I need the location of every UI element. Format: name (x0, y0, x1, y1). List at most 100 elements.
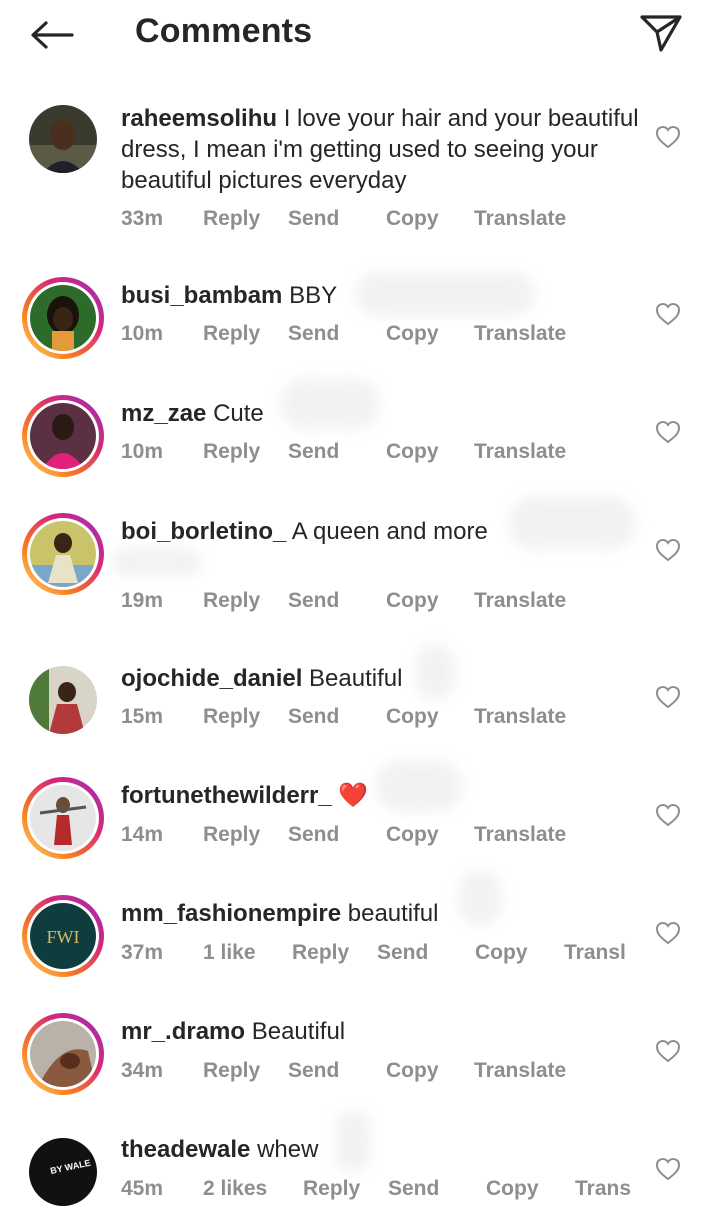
reply-button[interactable]: Reply (203, 705, 260, 729)
comment-text: theadewale whew (121, 1134, 641, 1165)
avatar-image: FWI (30, 903, 96, 969)
likes-count[interactable]: 1 like (203, 941, 256, 965)
comment-time: 14m (121, 823, 164, 846)
send-button[interactable]: Send (288, 823, 339, 847)
comment-username[interactable]: mr_.dramo (121, 1018, 245, 1045)
reply-button[interactable]: Reply (203, 440, 260, 464)
reply-button[interactable]: Reply (292, 941, 349, 965)
send-button[interactable]: Send (388, 1177, 439, 1201)
paper-plane-icon (640, 15, 682, 52)
comment-time: 15m (121, 705, 164, 728)
avatar[interactable] (22, 777, 104, 859)
translate-button[interactable]: Translate (474, 589, 566, 613)
comment-text: ojochide_daniel Beautiful (121, 663, 641, 694)
avatar-image (30, 785, 96, 851)
translate-button[interactable]: Translate (474, 440, 566, 464)
comment-body: Beautiful (251, 1018, 346, 1045)
reply-button[interactable]: Reply (203, 589, 260, 613)
heart-icon[interactable] (655, 1039, 681, 1063)
likes-count[interactable]: 2 likes (203, 1177, 267, 1201)
translate-button[interactable]: Trans (575, 1177, 631, 1201)
heart-icon[interactable] (655, 302, 681, 326)
heart-icon[interactable] (655, 803, 681, 827)
share-button[interactable] (636, 10, 686, 56)
avatar[interactable] (22, 513, 104, 595)
comment-username[interactable]: raheemsolihu (121, 105, 277, 132)
heart-icon[interactable] (655, 1157, 681, 1181)
comment-time: 34m (121, 1059, 164, 1082)
translate-button[interactable]: Translate (474, 1059, 566, 1083)
copy-button[interactable]: Copy (386, 589, 439, 613)
avatar-image (29, 105, 97, 173)
reply-button[interactable]: Reply (203, 1059, 260, 1083)
avatar-image (29, 666, 97, 734)
comment-username[interactable]: theadewale (121, 1136, 250, 1163)
heart-icon[interactable] (655, 921, 681, 945)
copy-button[interactable]: Copy (386, 1059, 439, 1083)
back-button[interactable] (28, 14, 76, 56)
reply-button[interactable]: Reply (303, 1177, 360, 1201)
translate-button[interactable]: Translate (474, 823, 566, 847)
comment-text: raheemsolihu I love your hair and your b… (121, 103, 641, 196)
translate-button[interactable]: Translate (474, 207, 566, 231)
redacted-emoji (415, 644, 455, 700)
copy-button[interactable]: Copy (386, 823, 439, 847)
comment-time: 45m (121, 1177, 164, 1200)
redacted-emoji (508, 496, 636, 550)
header-bar: Comments (0, 0, 720, 70)
translate-button[interactable]: Translate (474, 705, 566, 729)
comment-username[interactable]: busi_bambam (121, 282, 282, 309)
avatar-image (30, 1021, 96, 1087)
copy-button[interactable]: Copy (486, 1177, 539, 1201)
comment-text: mr_.dramo Beautiful (121, 1016, 641, 1047)
comment-username[interactable]: mz_zae (121, 400, 206, 427)
redacted-emoji (280, 378, 380, 430)
reply-button[interactable]: Reply (203, 823, 260, 847)
copy-button[interactable]: Copy (475, 941, 528, 965)
avatar[interactable] (22, 1013, 104, 1095)
arrow-left-icon (31, 21, 74, 49)
translate-button[interactable]: Transl (564, 941, 626, 965)
copy-button[interactable]: Copy (386, 207, 439, 231)
send-button[interactable]: Send (288, 207, 339, 231)
comment-body: beautiful (347, 900, 439, 927)
heart-icon[interactable] (655, 538, 681, 562)
comment-body: A queen and more (291, 518, 488, 545)
heart-icon[interactable] (655, 125, 681, 149)
avatar[interactable] (22, 98, 104, 180)
redacted-emoji (375, 760, 463, 812)
svg-text:FWI: FWI (47, 927, 80, 947)
avatar[interactable] (22, 395, 104, 477)
avatar-image (30, 403, 96, 469)
redacted-emoji (458, 870, 502, 926)
comment-username[interactable]: fortunethewilderr_ (121, 782, 332, 809)
comment-username[interactable]: boi_borletino_ (121, 518, 286, 545)
avatar[interactable]: BY WALE (22, 1131, 104, 1212)
copy-button[interactable]: Copy (386, 705, 439, 729)
translate-button[interactable]: Translate (474, 322, 566, 346)
copy-button[interactable]: Copy (386, 322, 439, 346)
reply-button[interactable]: Reply (203, 322, 260, 346)
redacted-emoji (335, 1110, 371, 1172)
reply-button[interactable]: Reply (203, 207, 260, 231)
heart-icon[interactable] (655, 685, 681, 709)
heart-icon[interactable] (655, 420, 681, 444)
avatar[interactable] (22, 659, 104, 741)
copy-button[interactable]: Copy (386, 440, 439, 464)
avatar[interactable]: FWI (22, 895, 104, 977)
comment-time: 37m (121, 941, 164, 964)
comment-time: 10m (121, 322, 164, 345)
comment-body: BBY (289, 282, 338, 309)
send-button[interactable]: Send (288, 589, 339, 613)
send-button[interactable]: Send (288, 322, 339, 346)
avatar[interactable] (22, 277, 104, 359)
comment-text: mz_zae Cute (121, 398, 641, 429)
send-button[interactable]: Send (288, 1059, 339, 1083)
send-button[interactable]: Send (377, 941, 428, 965)
comment-username[interactable]: mm_fashionempire (121, 900, 341, 927)
comment-body: Beautiful (309, 665, 403, 692)
comment-body: Cute (213, 400, 264, 427)
send-button[interactable]: Send (288, 440, 339, 464)
send-button[interactable]: Send (288, 705, 339, 729)
comment-username[interactable]: ojochide_daniel (121, 665, 302, 692)
